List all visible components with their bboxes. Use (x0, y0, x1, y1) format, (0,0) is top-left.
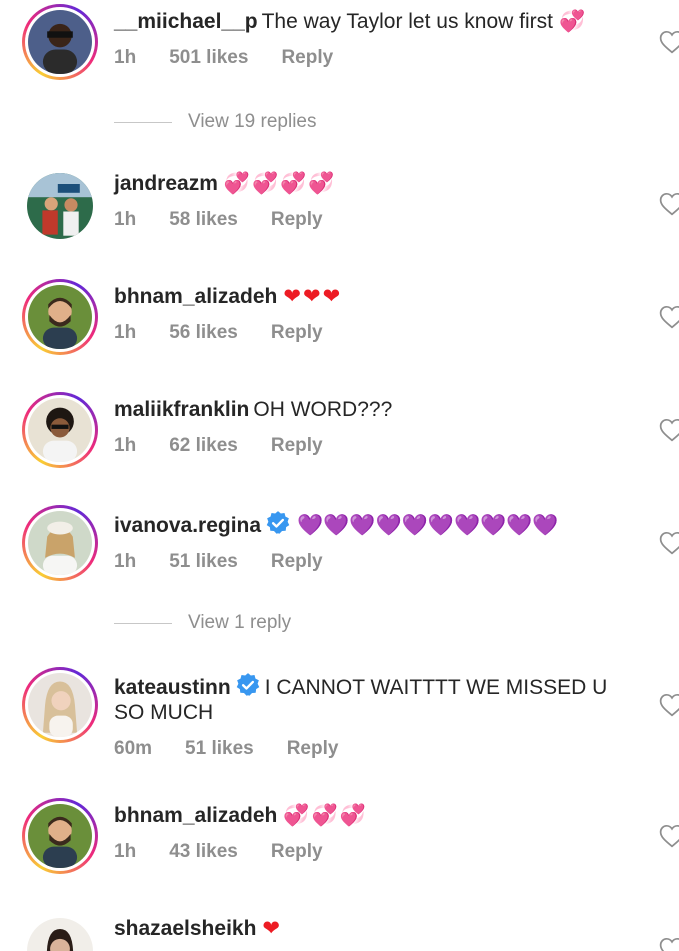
heart-outline-icon[interactable] (659, 30, 679, 54)
heart-outline-icon[interactable] (659, 418, 679, 442)
view-replies-button[interactable]: View 19 replies (114, 110, 317, 134)
comment-like-count[interactable]: 51 likes (185, 738, 254, 760)
comment-timestamp: 1h (114, 435, 137, 456)
comment-emoji: 💞 (558, 10, 588, 33)
view-replies-label[interactable]: View 1 reply (188, 612, 291, 634)
comment-username[interactable]: shazaelsheikh (114, 917, 256, 940)
heart-outline-icon[interactable] (659, 824, 679, 848)
view-replies-label[interactable]: View 19 replies (188, 111, 317, 133)
view-replies-divider (114, 121, 172, 123)
view-replies-divider (114, 622, 172, 624)
avatar[interactable] (22, 279, 98, 355)
heart-outline-icon[interactable] (659, 531, 679, 555)
comment-username[interactable]: bhnam_alizadeh (114, 285, 277, 308)
comment-timestamp: 1h (114, 322, 137, 343)
comment-like-count[interactable]: 56 likes (169, 322, 238, 344)
view-replies-button[interactable]: View 1 reply (114, 611, 291, 635)
comment-username[interactable]: maliikfranklin (114, 398, 249, 421)
comment-timestamp: 1h (114, 209, 137, 230)
comment-emoji: 💞💞💞 (283, 804, 368, 827)
comment-like-count[interactable]: 62 likes (169, 435, 238, 457)
comment-like-count[interactable]: 58 likes (169, 209, 238, 231)
comment-username[interactable]: jandreazm (114, 172, 218, 195)
comment-item: bhnam_alizadeh 💞💞💞 1h 43 likes Reply (0, 798, 679, 888)
avatar[interactable] (27, 173, 93, 239)
comment-timestamp: 1h (114, 841, 137, 862)
avatar[interactable] (22, 392, 98, 468)
comment-timestamp: 1h (114, 551, 137, 572)
avatar[interactable] (22, 505, 98, 581)
verified-badge-icon (235, 672, 261, 698)
comment-like-count[interactable]: 51 likes (169, 551, 238, 573)
comment-timestamp: 1h (114, 47, 137, 68)
reply-button[interactable]: Reply (271, 435, 323, 457)
comment-item: jandreazm 💞💞💞💞 1h 58 likes Reply (0, 166, 679, 256)
comment-item: __miichael__p The way Taylor let us know … (0, 0, 679, 100)
comment-emoji: 💞💞💞💞 (223, 172, 337, 195)
heart-outline-icon[interactable] (659, 192, 679, 216)
comment-item: bhnam_alizadeh ❤❤❤ 1h 56 likes Reply (0, 279, 679, 369)
comment-item: kateaustinn I CANNOT WAITTTT WE MISSED U … (0, 667, 679, 777)
avatar[interactable] (27, 918, 93, 951)
reply-button[interactable]: Reply (271, 841, 323, 863)
avatar[interactable] (22, 667, 98, 743)
comment-emoji: 💜💜💜💜💜💜💜💜💜💜 (297, 514, 559, 537)
heart-outline-icon[interactable] (659, 937, 679, 951)
reply-button[interactable]: Reply (271, 551, 323, 573)
comment-emoji: ❤❤❤ (283, 285, 343, 308)
verified-badge-icon (265, 510, 291, 536)
heart-outline-icon[interactable] (659, 693, 679, 717)
comment-like-count[interactable]: 43 likes (169, 841, 238, 863)
reply-button[interactable]: Reply (287, 738, 339, 760)
comment-emoji: ❤ (262, 917, 283, 940)
comment-item: ivanova.regina 💜💜💜💜💜💜💜💜💜💜 1h 51 likes Reply (0, 505, 679, 595)
comment-username[interactable]: ivanova.regina (114, 514, 261, 537)
comment-text: OH WORD??? (253, 398, 393, 421)
avatar[interactable] (22, 798, 98, 874)
comment-like-count[interactable]: 501 likes (169, 47, 248, 69)
comment-item: maliikfranklin OH WORD??? 1h 62 likes Reply (0, 392, 679, 482)
comment-item: shazaelsheikh ❤ (0, 911, 679, 951)
avatar[interactable] (22, 4, 98, 80)
comment-username[interactable]: kateaustinn (114, 676, 231, 699)
heart-outline-icon[interactable] (659, 305, 679, 329)
comment-username[interactable]: __miichael__p (114, 10, 258, 33)
comment-timestamp: 60m (114, 738, 153, 759)
reply-button[interactable]: Reply (281, 47, 333, 69)
comment-username[interactable]: bhnam_alizadeh (114, 804, 277, 827)
reply-button[interactable]: Reply (271, 209, 323, 231)
comment-text: The way Taylor let us know first (261, 10, 553, 33)
reply-button[interactable]: Reply (271, 322, 323, 344)
